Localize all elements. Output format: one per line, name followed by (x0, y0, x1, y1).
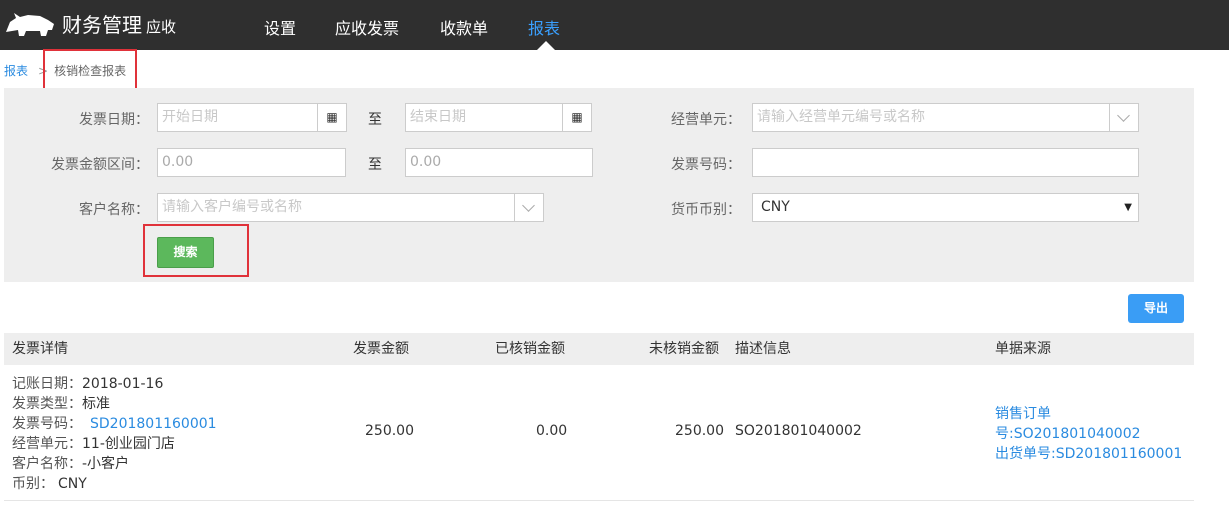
nav-settings[interactable]: 设置 (264, 0, 296, 50)
currency-select[interactable]: CNY ▼ (752, 193, 1139, 222)
col-invoice-details: 发票详情 (12, 341, 68, 357)
business-unit-select[interactable]: 请输入经营单元编号或名称 (752, 103, 1139, 132)
business-unit-label: 经营单元： (671, 112, 741, 128)
col-written-off: 已核销金额 (495, 341, 565, 357)
detail-invoice-type: 发票类型：标准 (12, 396, 110, 412)
table-header: 发票详情 发票金额 已核销金额 未核销金额 描述信息 单据来源 (4, 333, 1194, 365)
top-navbar: 财务管理 应收 设置 应收发票 收款单 报表 (0, 0, 1229, 50)
source-shipment-link[interactable]: 出货单号:SD201801160001 (995, 443, 1182, 463)
dropdown-triangle-icon: ▼ (1124, 202, 1132, 213)
amount-range-label: 发票金额区间： (51, 157, 149, 173)
start-date-input[interactable]: 开始日期 ▦ (157, 103, 347, 132)
export-button[interactable]: 导出 (1128, 294, 1184, 323)
invoice-date-label: 发票日期： (79, 112, 149, 128)
source-sales-order-link[interactable]: 销售订单 (995, 403, 1051, 423)
col-source: 单据来源 (995, 341, 1051, 357)
amount-max-input[interactable]: 0.00 (405, 148, 593, 177)
currency-label: 货币币别： (671, 202, 741, 218)
highlight-box-breadcrumb (43, 49, 137, 93)
customer-select[interactable]: 请输入客户编号或名称 (157, 193, 544, 222)
rhino-logo-icon (6, 13, 54, 36)
detail-posting-date: 记账日期：2018-01-16 (12, 376, 164, 392)
cell-invoice-amount: 250.00 (365, 423, 414, 439)
source-sales-order-number-link[interactable]: 号:SO201801040002 (995, 423, 1141, 443)
end-date-input[interactable]: 结束日期 ▦ (405, 103, 592, 132)
app-brand: 财务管理 应收 (62, 12, 176, 40)
table-row: 记账日期：2018-01-16 发票类型：标准 发票号码： SD201801160… (4, 365, 1194, 501)
invoice-no-input[interactable] (752, 148, 1139, 177)
detail-currency: 币别： CNY (12, 476, 87, 492)
amount-min-input[interactable]: 0.00 (157, 148, 346, 177)
currency-value: CNY (761, 199, 790, 215)
active-nav-caret (537, 41, 555, 50)
chevron-down-icon[interactable] (1109, 104, 1138, 131)
chevron-down-icon[interactable] (514, 194, 543, 221)
detail-customer: 客户名称：-小客户 (12, 456, 130, 472)
invoice-number-link[interactable]: SD201801160001 (90, 416, 217, 432)
cell-description: SO201801040002 (735, 423, 862, 439)
brand-title: 财务管理 (62, 13, 142, 37)
date-to-label: 至 (368, 112, 382, 128)
detail-invoice-number: 发票号码： SD201801160001 (12, 416, 217, 432)
cell-written-off: 0.00 (536, 423, 568, 439)
nav-invoices[interactable]: 应收发票 (335, 0, 399, 50)
nav-receipts[interactable]: 收款单 (440, 0, 488, 50)
col-remaining: 未核销金额 (649, 341, 719, 357)
brand-subtitle: 应收 (146, 18, 177, 36)
col-invoice-amount: 发票金额 (353, 341, 409, 357)
amount-to-label: 至 (368, 157, 382, 173)
breadcrumb-reports-link[interactable]: 报表 (4, 64, 28, 78)
calendar-icon[interactable]: ▦ (317, 104, 346, 131)
customer-label: 客户名称： (79, 202, 149, 218)
detail-business-unit: 经营单元：11-创业园门店 (12, 436, 175, 452)
invoice-no-label: 发票号码： (671, 157, 741, 173)
col-description: 描述信息 (735, 341, 791, 357)
calendar-icon[interactable]: ▦ (562, 104, 591, 131)
highlight-box-search (143, 224, 249, 277)
cell-remaining: 250.00 (675, 423, 724, 439)
